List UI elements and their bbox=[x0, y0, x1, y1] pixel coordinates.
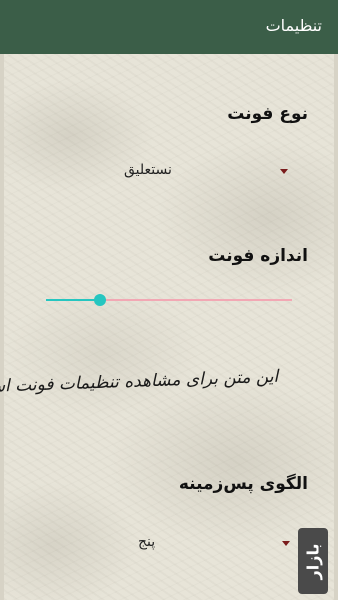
background-pattern-spinner[interactable]: پنج bbox=[118, 534, 294, 554]
font-size-slider[interactable] bbox=[46, 292, 292, 308]
background-pattern-selected: پنج bbox=[138, 534, 156, 550]
dropdown-arrow-icon bbox=[282, 541, 290, 546]
font-size-label: اندازه فونت bbox=[208, 246, 308, 266]
page-title: تنظیمات bbox=[265, 16, 322, 35]
font-type-label: نوع فونت bbox=[227, 104, 308, 124]
slider-thumb[interactable] bbox=[94, 294, 107, 306]
app-bar: تنظیمات bbox=[0, 0, 338, 54]
dropdown-arrow-icon bbox=[280, 169, 288, 174]
slider-fill bbox=[46, 299, 101, 301]
font-type-spinner[interactable]: نستعلیق bbox=[118, 162, 288, 182]
background-pattern-label: الگوی پس‌زمینه bbox=[178, 474, 308, 494]
settings-content bbox=[0, 54, 338, 600]
bazaar-logo-icon: بازار bbox=[298, 528, 328, 594]
font-type-selected: نستعلیق bbox=[124, 162, 172, 178]
bazaar-badge-text: بازار bbox=[303, 543, 323, 579]
